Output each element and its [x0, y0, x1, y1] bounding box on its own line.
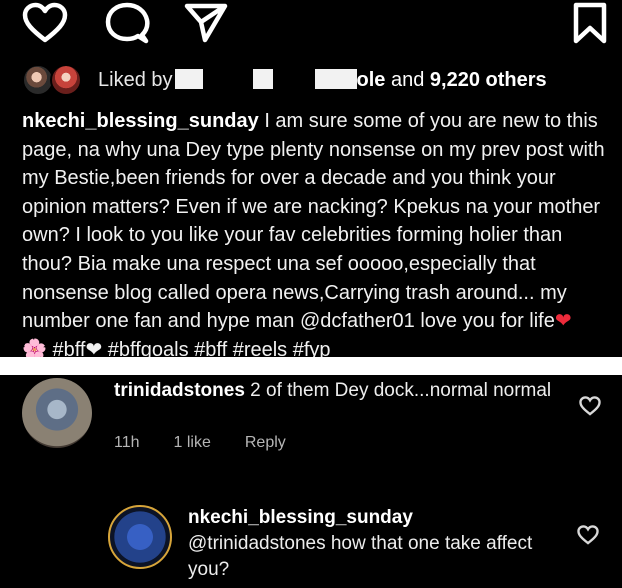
redaction-block: [314, 69, 357, 89]
heart-emoji: ❤: [554, 310, 572, 333]
redaction-block: [252, 69, 273, 89]
comment-meta: 11h 1 like Reply: [114, 434, 320, 452]
avatar[interactable]: [108, 505, 172, 569]
avatar: [50, 64, 82, 96]
bookmark-icon[interactable]: [572, 2, 608, 44]
paper-plane-icon[interactable]: [184, 2, 228, 44]
likes-count[interactable]: 9,220 others: [430, 69, 547, 91]
heart-outline-icon[interactable]: [22, 2, 68, 44]
redaction-block: [174, 69, 203, 89]
comment-username[interactable]: nkechi_blessing_sunday: [188, 507, 413, 528]
comment-body: trinidadstones 2 of them Dey dock...norm…: [114, 378, 584, 404]
heart-outline-icon[interactable]: [579, 396, 601, 421]
liked-by-and: and: [385, 69, 430, 91]
reply-button[interactable]: Reply: [245, 434, 286, 451]
comment-time: 11h: [114, 434, 140, 451]
heart-outline-icon[interactable]: [577, 525, 599, 550]
comment-username[interactable]: trinidadstones: [114, 380, 245, 401]
likes-summary[interactable]: Liked by ole and 9,220 others: [22, 62, 612, 98]
post-caption: nkechi_blessing_sunday I am sure some of…: [22, 107, 612, 364]
divider: [0, 357, 622, 375]
liker-avatars: [22, 64, 86, 96]
comment-like-count[interactable]: 1 like: [174, 434, 211, 451]
liker-name-fragment[interactable]: ole: [357, 69, 386, 91]
liked-by-prefix: Liked by: [98, 69, 173, 91]
liked-by-text: Liked by ole and 9,220 others: [98, 69, 547, 92]
comment-text: @trinidadstones how that one take affect…: [188, 533, 533, 580]
comment-text: 2 of them Dey dock...normal normal: [244, 380, 552, 401]
comment-bubble-icon[interactable]: [104, 2, 150, 44]
caption-username[interactable]: nkechi_blessing_sunday: [22, 110, 259, 132]
post-action-bar: [0, 0, 622, 52]
avatar[interactable]: [22, 378, 92, 448]
caption-text: I am sure some of you are new to this pa…: [22, 110, 605, 333]
comment-body: nkechi_blessing_sunday @trinidadstones h…: [188, 505, 538, 583]
